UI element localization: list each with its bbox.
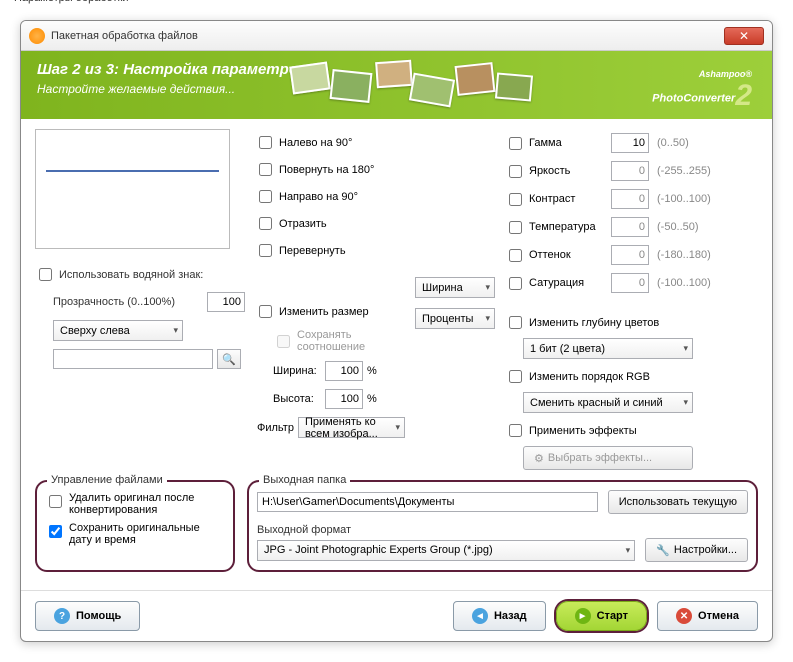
rgb-order-checkbox[interactable] [509,370,522,383]
app-icon [29,28,45,44]
resize-width-input[interactable] [325,361,363,381]
mirror-checkbox[interactable] [259,217,272,230]
window-title: Пакетная обработка файлов [51,30,198,42]
titlebar: Пакетная обработка файлов ✕ [21,21,772,51]
tint-input[interactable] [611,245,649,265]
close-button[interactable]: ✕ [724,27,764,45]
choose-effects-button[interactable]: ⚙Выбрать эффекты... [523,446,693,470]
flip-checkbox[interactable] [259,244,272,257]
window: Пакетная обработка файлов ✕ Шаг 2 из 3: … [20,20,773,642]
use-watermark-checkbox[interactable] [39,268,52,281]
gamma-checkbox[interactable] [509,137,522,150]
output-format-label: Выходной формат [257,524,748,536]
resize-checkbox[interactable] [259,305,272,318]
contrast-input[interactable] [611,189,649,209]
rgb-order-dropdown[interactable]: Сменить красный и синий [523,392,693,413]
file-management-legend: Управление файлами [47,474,167,486]
arrow-left-icon: ◄ [472,608,488,624]
opacity-label: Прозрачность (0..100%) [53,296,175,308]
keep-ratio-checkbox[interactable] [277,335,290,348]
temperature-checkbox[interactable] [509,221,522,234]
help-icon: ? [54,608,70,624]
effects-checkbox[interactable] [509,424,522,437]
rotate-left-checkbox[interactable] [259,136,272,149]
output-group: Выходная папка Использовать текущую Выхо… [247,480,758,572]
brand-logo: Ashampoo® PhotoConverter2 [652,69,752,113]
cancel-icon: ✕ [676,608,692,624]
resize-height-input[interactable] [325,389,363,409]
delete-original-checkbox[interactable] [49,495,62,508]
file-management-group: Управление файлами Удалить оригинал посл… [35,480,235,572]
banner: Шаг 2 из 3: Настройка параметров Настрой… [21,51,772,119]
footer: ?Помощь ◄Назад ►Старт ✕Отмена [21,590,772,641]
colordepth-dropdown[interactable]: 1 бит (2 цвета) [523,338,693,359]
colordepth-checkbox[interactable] [509,316,522,329]
photo-collage [281,56,541,116]
watermark-file-input[interactable] [53,349,213,369]
resize-unit-dropdown[interactable]: Проценты [415,308,495,329]
use-current-button[interactable]: Использовать текущую [608,490,748,514]
gamma-input[interactable] [611,133,649,153]
help-button[interactable]: ?Помощь [35,601,140,631]
resize-dim-dropdown[interactable]: Ширина [415,277,495,298]
wrench-icon: 🔧 [656,544,670,557]
contrast-checkbox[interactable] [509,193,522,206]
opacity-input[interactable] [207,292,245,312]
start-button[interactable]: ►Старт [556,601,647,631]
output-folder-input[interactable] [257,492,598,512]
format-settings-button[interactable]: 🔧Настройки... [645,538,748,562]
output-folder-legend: Выходная папка [259,474,350,486]
output-format-dropdown[interactable]: JPG - Joint Photographic Experts Group (… [257,540,635,561]
tint-checkbox[interactable] [509,249,522,262]
preview-image [35,129,230,249]
saturation-checkbox[interactable] [509,277,522,290]
cancel-button[interactable]: ✕Отмена [657,601,758,631]
saturation-input[interactable] [611,273,649,293]
processing-params-group: Параметры обработки Использовать водяной… [35,129,758,470]
filter-dropdown[interactable]: Применять ко всем изобра... [298,417,405,438]
keep-date-checkbox[interactable] [49,525,62,538]
brightness-input[interactable] [611,161,649,181]
watermark-position-dropdown[interactable]: Сверху слева [53,320,183,341]
temperature-input[interactable] [611,217,649,237]
brightness-checkbox[interactable] [509,165,522,178]
back-button[interactable]: ◄Назад [453,601,546,631]
arrow-right-icon: ► [575,608,591,624]
browse-watermark-button[interactable]: 🔍 [217,349,241,369]
gear-icon: ⚙ [534,452,544,465]
rotate-180-checkbox[interactable] [259,163,272,176]
rotate-right-checkbox[interactable] [259,190,272,203]
use-watermark-label: Использовать водяной знак: [59,269,203,281]
